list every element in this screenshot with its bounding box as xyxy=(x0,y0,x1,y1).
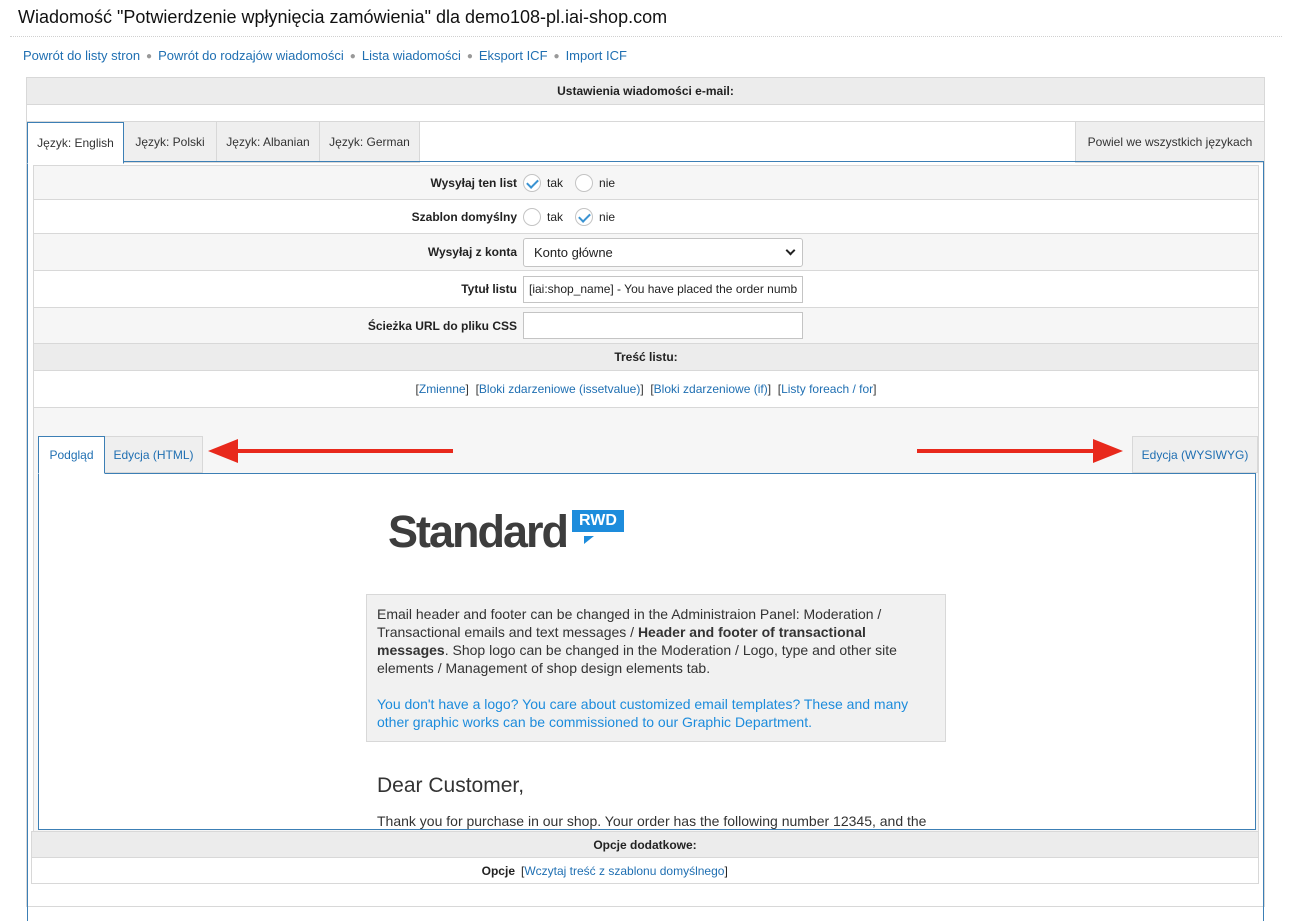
send-from-select[interactable]: Konto główne xyxy=(523,237,803,267)
email-settings-panel: Ustawienia wiadomości e-mail: Język: Eng… xyxy=(26,77,1265,921)
settings-form: Wysyłaj ten list tak nie Szablon domyśln… xyxy=(33,165,1259,857)
nav-export-icf[interactable]: Eksport ICF xyxy=(479,48,548,63)
chevron-down-icon xyxy=(785,245,796,255)
default-template-no-radio[interactable] xyxy=(575,207,594,226)
breadcrumb-nav: Powrót do listy stron ● Powrót do rodzajów… xyxy=(23,48,627,63)
logo-text: Standard xyxy=(388,506,569,557)
send-letter-yes-radio[interactable] xyxy=(523,173,541,192)
css-path-input[interactable] xyxy=(523,312,803,339)
options-header: Opcje dodatkowe: xyxy=(31,831,1259,858)
bracket: ] xyxy=(640,382,644,396)
thank-you-text: Thank you for purchase in our shop. Your… xyxy=(377,813,927,829)
event-blocks-isset-link[interactable]: Bloki zdarzeniowe (issetvalue) xyxy=(479,382,640,396)
row-subject: Tytuł listu [iai:shop_name] - You have p… xyxy=(34,271,1258,308)
language-tabs: Język: English Język: Polski Język: Alba… xyxy=(27,121,1264,164)
send-letter-label: Wysyłaj ten list xyxy=(430,175,517,190)
subject-label: Tytuł listu xyxy=(461,282,517,296)
tab-edit-html[interactable]: Edycja (HTML) xyxy=(104,436,203,473)
nav-message-list[interactable]: Lista wiadomości xyxy=(362,48,461,63)
css-path-label: Ścieżka URL do pliku CSS xyxy=(367,318,517,333)
editor-area: Podgląd Edycja (HTML) Edycja (WYSIWYG) S… xyxy=(34,436,1258,856)
nav-back-to-pages[interactable]: Powrót do listy stron xyxy=(23,48,140,63)
nav-back-to-message-types[interactable]: Powrót do rodzajów wiadomości xyxy=(158,48,344,63)
send-from-value: Konto główne xyxy=(534,244,613,260)
send-from-label: Wysyłaj z konta xyxy=(427,245,517,259)
info-text-part: . Shop logo can be changed in the Modera… xyxy=(377,642,897,676)
radio-label: nie xyxy=(599,209,616,224)
bracket: ] xyxy=(767,382,772,396)
tab-edit-wysiwyg[interactable]: Edycja (WYSIWYG) xyxy=(1132,436,1258,473)
radio-label: tak xyxy=(547,175,564,190)
radio-label: nie xyxy=(599,175,616,190)
tab-lang-english[interactable]: Język: English xyxy=(27,122,124,164)
page-title: Wiadomość "Potwierdzenie wpłynięcia zamó… xyxy=(18,7,668,27)
event-blocks-if-link[interactable]: Bloki zdarzeniowe (if) xyxy=(654,382,768,396)
content-header: Treść listu: xyxy=(34,344,1258,371)
tab-lang-german[interactable]: Język: German xyxy=(320,122,420,163)
nav-import-icf[interactable]: Import ICF xyxy=(566,48,627,63)
radio-label: tak xyxy=(547,209,564,224)
row-default-template: Szablon domyślny tak nie xyxy=(34,200,1258,234)
title-divider xyxy=(10,36,1282,37)
nav-separator: ● xyxy=(349,51,356,62)
content-links-row: [Zmienne] [Bloki zdarzeniowe (issetvalue… xyxy=(34,371,1258,408)
bracket: ] xyxy=(465,382,469,396)
tab-lang-polski[interactable]: Język: Polski xyxy=(124,122,217,163)
send-letter-no-radio[interactable] xyxy=(575,173,594,192)
logo-badge: RWD xyxy=(572,510,624,532)
tab-lang-albanian[interactable]: Język: Albanian xyxy=(217,122,320,163)
variables-link[interactable]: Zmienne xyxy=(419,382,466,396)
nav-separator: ● xyxy=(553,51,560,62)
foreach-lists-link[interactable]: Listy foreach / for xyxy=(781,382,873,396)
nav-separator: ● xyxy=(466,51,473,62)
default-template-yes-radio[interactable] xyxy=(523,207,541,226)
spacer xyxy=(34,408,1258,436)
row-send-letter: Wysyłaj ten list tak nie xyxy=(34,166,1258,200)
info-box: Email header and footer can be changed i… xyxy=(366,594,946,742)
options-label: Opcje xyxy=(481,863,515,878)
tab-preview[interactable]: Podgląd xyxy=(38,436,105,474)
email-preview: Standard RWD Email header and footer can… xyxy=(38,473,1256,830)
panel-title: Ustawienia wiadomości e-mail: xyxy=(27,78,1264,105)
language-tab-content: Wysyłaj ten list tak nie Szablon domyśln… xyxy=(27,161,1264,921)
repeat-all-languages-button[interactable]: Powiel we wszystkich językach xyxy=(1075,122,1264,163)
shop-logo: Standard RWD xyxy=(388,506,624,558)
row-send-from: Wysyłaj z konta Konto główne xyxy=(34,234,1258,271)
options-row: Opcje [Wczytaj treść z szablonu domyślne… xyxy=(31,858,1259,884)
logo-badge-tail xyxy=(584,536,594,544)
default-template-label: Szablon domyślny xyxy=(411,209,517,224)
subject-input[interactable]: [iai:shop_name] - You have placed the or… xyxy=(523,275,803,303)
row-css-path: Ścieżka URL do pliku CSS xyxy=(34,308,1258,344)
nav-separator: ● xyxy=(146,51,153,62)
info-text: Email header and footer can be changed i… xyxy=(377,605,935,677)
bracket: ] xyxy=(724,863,728,878)
graphic-department-text: You don't have a logo? You care about cu… xyxy=(377,696,909,730)
load-default-template-link[interactable]: Wczytaj treść z szablonu domyślnego xyxy=(524,864,724,878)
bracket: ] xyxy=(873,382,877,396)
greeting: Dear Customer, xyxy=(377,774,525,797)
